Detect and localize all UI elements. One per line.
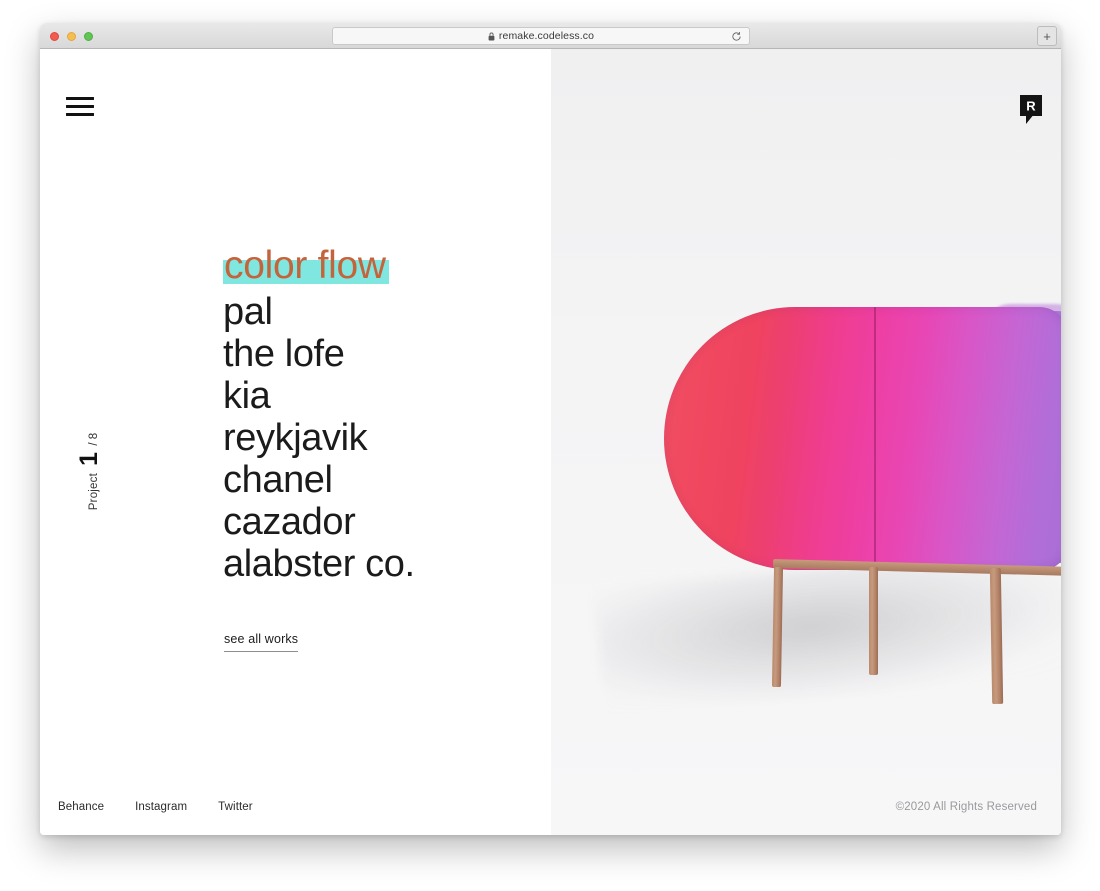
project-counter-rotated: Project 1 / 8 [76,433,105,510]
browser-titlebar: remake.codeless.co + [40,23,1061,49]
project-counter-label: Project [88,473,101,511]
social-link-behance[interactable]: Behance [58,801,104,813]
works-navigation: color flow pal the lofe kia reykjavik ch… [223,245,415,585]
list-item[interactable]: cazador [223,501,415,543]
works-list: pal the lofe kia reykjavik chanel cazado… [223,291,415,585]
maximize-window-button[interactable] [84,32,93,41]
content-pane-left: Project 1 / 8 color flow pal the lofe ki… [40,49,551,835]
list-item[interactable]: reykjavik [223,417,415,459]
browser-window: remake.codeless.co + Project 1 / 8 color… [40,23,1061,835]
cabinet-leg [869,567,878,675]
url-text: remake.codeless.co [498,30,595,42]
close-window-button[interactable] [50,32,59,41]
list-item[interactable]: the lofe [223,333,415,375]
project-counter-total: / 8 [88,432,101,446]
featured-work-title[interactable]: color flow [223,244,389,287]
hamburger-menu-icon[interactable] [66,97,94,116]
address-bar-content: remake.codeless.co [488,30,594,42]
new-tab-button[interactable]: + [1037,26,1057,46]
page-viewport: Project 1 / 8 color flow pal the lofe ki… [40,49,1061,835]
minimize-window-button[interactable] [67,32,76,41]
window-controls[interactable] [50,32,93,41]
content-pane-right: R ©2020 All Rights Reserved [551,49,1061,835]
hamburger-bar-1 [66,97,94,100]
hamburger-bar-3 [66,113,94,116]
featured-work-label: color flow [224,244,386,287]
product-photo [551,49,1061,835]
project-counter: Project 1 / 8 [73,404,107,539]
cabinet-leg [989,567,1004,705]
reload-icon[interactable] [731,31,742,42]
svg-text:R: R [1026,99,1036,114]
list-item[interactable]: pal [223,291,415,333]
list-item[interactable]: chanel [223,459,415,501]
cabinet-front-panel [664,307,1061,570]
list-item[interactable]: alabster co. [223,543,415,585]
lock-icon [488,32,495,40]
social-link-twitter[interactable]: Twitter [218,801,253,813]
r-bookmark-logo-icon[interactable]: R [1019,94,1043,125]
project-counter-index: 1 [75,452,104,466]
see-all-works-link[interactable]: see all works [224,632,299,652]
address-bar[interactable]: remake.codeless.co [332,27,750,45]
hamburger-bar-2 [66,105,94,108]
list-item[interactable]: kia [223,375,415,417]
copyright-text: ©2020 All Rights Reserved [895,801,1037,813]
social-link-instagram[interactable]: Instagram [135,801,187,813]
social-links: Behance Instagram Twitter [58,801,253,813]
